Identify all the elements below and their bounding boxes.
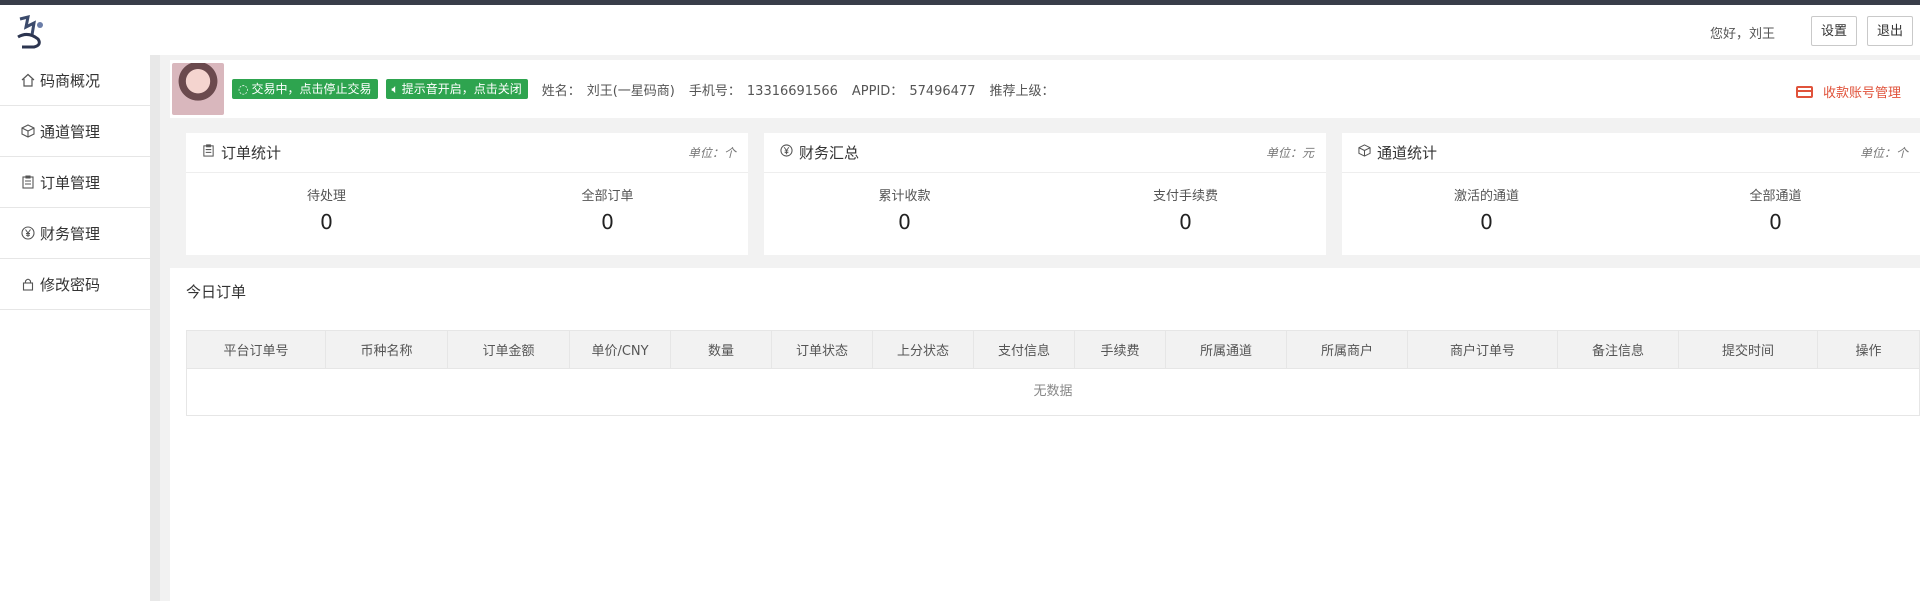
sidebar-item-label: 通道管理 bbox=[40, 122, 101, 141]
stat-value: 0 bbox=[601, 210, 614, 234]
panel-title: 订单统计 bbox=[221, 144, 282, 162]
stat-all-channels: 全部通道 0 bbox=[1631, 173, 1920, 255]
top-header: 您好，刘王 设置 退出 bbox=[0, 5, 1920, 55]
sidebar-item-overview[interactable]: 码商概况 bbox=[0, 55, 150, 106]
sidebar-item-password[interactable]: 修改密码 bbox=[0, 259, 150, 310]
merchant-info-bar: ◌ 交易中，点击停止交易 🔈︎ 提示音开启，点击关闭 姓名： 刘王(一星码商) 手机号… bbox=[170, 60, 1920, 118]
greeting-text: 您好，刘王 bbox=[1709, 27, 1775, 42]
stat-label: 支付手续费 bbox=[1152, 189, 1218, 204]
panel-header: 财务汇总 单位：元 bbox=[764, 133, 1326, 173]
stat-label: 全部通道 bbox=[1749, 189, 1802, 204]
yen-icon bbox=[20, 225, 36, 241]
appid-value: 57496477 bbox=[909, 83, 976, 99]
cube-icon bbox=[20, 123, 36, 139]
clipboard-icon bbox=[202, 144, 215, 161]
panel-title: 财务汇总 bbox=[799, 144, 860, 162]
lock-icon bbox=[20, 276, 36, 292]
account-management-label: 收款账号管理 bbox=[1822, 86, 1901, 101]
name-value: 刘王(一星码商) bbox=[586, 83, 675, 99]
table-header-cell[interactable]: 上分状态 bbox=[873, 331, 974, 368]
stat-active-channels: 激活的通道 0 bbox=[1342, 173, 1631, 255]
stat-fees: 支付手续费 0 bbox=[1045, 173, 1326, 255]
channel-stats-panel: 通道统计 单位：个 激活的通道 0 全部通道 0 bbox=[1342, 133, 1920, 255]
table-header-cell[interactable]: 所属通道 bbox=[1166, 331, 1287, 368]
stat-label: 待处理 bbox=[306, 189, 346, 204]
stat-label: 激活的通道 bbox=[1453, 189, 1519, 204]
table-header-cell[interactable]: 所属商户 bbox=[1287, 331, 1408, 368]
table-header-cell[interactable]: 支付信息 bbox=[974, 331, 1075, 368]
yen-icon bbox=[780, 144, 793, 161]
today-orders-section: 今日订单 平台订单号 币种名称 订单金额 单价/CNY 数量 订单状态 上分状态… bbox=[170, 268, 1920, 601]
table-header-cell[interactable]: 订单金额 bbox=[448, 331, 570, 368]
table-header-cell[interactable]: 币种名称 bbox=[326, 331, 448, 368]
speaker-icon: 🔈︎ bbox=[391, 82, 399, 96]
sidebar-item-channels[interactable]: 通道管理 bbox=[0, 106, 150, 157]
panel-title: 通道统计 bbox=[1377, 144, 1438, 162]
referrer-label: 推荐上级： bbox=[989, 83, 1055, 99]
table-header-cell[interactable]: 单价/CNY bbox=[570, 331, 671, 368]
table-header-cell[interactable]: 平台订单号 bbox=[187, 331, 326, 368]
panel-header: 订单统计 单位：个 bbox=[186, 133, 748, 173]
toggle-sound-button[interactable]: 🔈︎ 提示音开启，点击关闭 bbox=[385, 79, 528, 99]
table-header-row: 平台订单号 币种名称 订单金额 单价/CNY 数量 订单状态 上分状态 支付信息… bbox=[187, 331, 1919, 369]
name-label: 姓名： bbox=[541, 83, 581, 99]
orders-table: 平台订单号 币种名称 订单金额 单价/CNY 数量 订单状态 上分状态 支付信息… bbox=[186, 330, 1920, 416]
name-field: 姓名： 刘王(一星码商) bbox=[542, 80, 675, 99]
logo-icon[interactable] bbox=[14, 13, 48, 51]
clipboard-icon bbox=[20, 174, 36, 190]
phone-value: 13316691566 bbox=[746, 83, 838, 99]
table-header-cell[interactable]: 操作 bbox=[1818, 331, 1919, 368]
sidebar-item-label: 财务管理 bbox=[40, 224, 101, 243]
panel-unit: 单位：元 bbox=[1265, 146, 1314, 160]
stat-value: 0 bbox=[1179, 210, 1192, 234]
table-header-cell[interactable]: 备注信息 bbox=[1558, 331, 1679, 368]
panel-unit: 单位：个 bbox=[687, 146, 736, 160]
table-header-cell[interactable]: 订单状态 bbox=[772, 331, 873, 368]
logout-button[interactable]: 退出 bbox=[1866, 16, 1913, 46]
avatar bbox=[172, 63, 224, 115]
stat-label: 累计收款 bbox=[878, 189, 931, 204]
sidebar-item-orders[interactable]: 订单管理 bbox=[0, 157, 150, 208]
appid-label: APPID： bbox=[851, 83, 904, 99]
panel-unit: 单位：个 bbox=[1859, 146, 1908, 160]
stat-label: 全部订单 bbox=[581, 189, 634, 204]
settings-button[interactable]: 设置 bbox=[1810, 16, 1857, 46]
table-header-cell[interactable]: 商户订单号 bbox=[1408, 331, 1558, 368]
stat-value: 0 bbox=[1480, 210, 1493, 234]
section-title: 今日订单 bbox=[186, 283, 247, 301]
table-header-cell[interactable]: 手续费 bbox=[1075, 331, 1166, 368]
stat-value: 0 bbox=[898, 210, 911, 234]
appid-field: APPID： 57496477 bbox=[852, 80, 976, 99]
toggle-sound-label: 提示音开启，点击关闭 bbox=[401, 82, 522, 96]
credit-card-icon bbox=[1795, 85, 1813, 98]
sidebar-item-label: 修改密码 bbox=[40, 275, 101, 294]
phone-label: 手机号： bbox=[688, 83, 741, 99]
spinner-icon: ◌ bbox=[238, 82, 249, 96]
stat-total-received: 累计收款 0 bbox=[764, 173, 1045, 255]
table-header-cell[interactable]: 数量 bbox=[671, 331, 772, 368]
cube-icon bbox=[1358, 144, 1371, 161]
home-icon bbox=[20, 72, 36, 88]
sidebar-item-finance[interactable]: 财务管理 bbox=[0, 208, 150, 259]
stop-trading-button[interactable]: ◌ 交易中，点击停止交易 bbox=[232, 79, 378, 99]
panel-header: 通道统计 单位：个 bbox=[1342, 133, 1920, 173]
order-stats-panel: 订单统计 单位：个 待处理 0 全部订单 0 bbox=[186, 133, 748, 255]
account-management-link[interactable]: 收款账号管理 bbox=[1795, 82, 1901, 101]
sidebar-item-label: 码商概况 bbox=[40, 71, 101, 90]
finance-summary-panel: 财务汇总 单位：元 累计收款 0 支付手续费 0 bbox=[764, 133, 1326, 255]
stat-value: 0 bbox=[320, 210, 333, 234]
sidebar: 码商概况 通道管理 订单管理 财务管理 修改密码 bbox=[0, 55, 160, 601]
stat-all-orders: 全部订单 0 bbox=[467, 173, 748, 255]
phone-field: 手机号： 13316691566 bbox=[689, 80, 838, 99]
stop-trading-label: 交易中，点击停止交易 bbox=[251, 82, 372, 96]
referrer-field: 推荐上级： bbox=[989, 80, 1054, 99]
table-header-cell[interactable]: 提交时间 bbox=[1679, 331, 1818, 368]
sidebar-item-label: 订单管理 bbox=[40, 173, 101, 192]
stat-pending: 待处理 0 bbox=[186, 173, 467, 255]
empty-state-text: 无数据 bbox=[1033, 384, 1073, 399]
stat-value: 0 bbox=[1769, 210, 1782, 234]
